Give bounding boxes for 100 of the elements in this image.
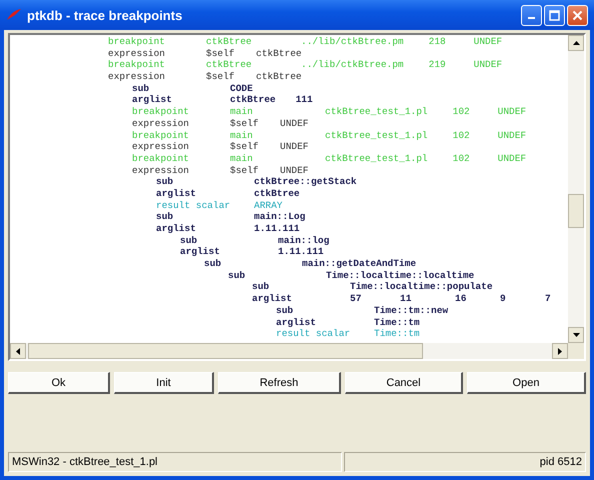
trace-text: 9 [500, 293, 507, 305]
trace-text: ../lib/ctkBtree.pm [301, 59, 404, 72]
trace-text: $self [206, 71, 236, 83]
scrollbar-corner [568, 343, 584, 359]
right-arrow-icon [558, 348, 562, 354]
trace-text: ctkBtree::getStack [254, 176, 357, 188]
left-arrow-icon [16, 348, 20, 354]
dialog-button[interactable]: Refresh [218, 372, 341, 394]
dialog-button[interactable]: Ok [8, 372, 110, 394]
minimize-icon [528, 17, 535, 19]
trace-text: main [230, 152, 254, 165]
trace-text: sub [252, 281, 270, 294]
trace-text: $self [230, 164, 260, 176]
trace-text: breakpoint [132, 106, 190, 118]
maximize-button[interactable] [544, 4, 565, 26]
trace-text: sub [228, 270, 246, 282]
status-text: MSWin32 - ctkBtree_test_1.pl [8, 452, 342, 472]
trace-text: breakpoint [108, 36, 166, 48]
trace-text: ctkBtree [256, 71, 302, 83]
trace-text: breakpoint [108, 59, 166, 72]
close-button[interactable] [567, 4, 588, 26]
trace-text: UNDEF [280, 141, 310, 153]
trace-text: breakpoint [132, 152, 190, 165]
trace-text: 102 [452, 130, 471, 142]
trace-text: main [230, 106, 254, 118]
trace-text: UNDEF [280, 164, 310, 176]
close-icon [572, 10, 583, 20]
trace-text: 219 [428, 59, 447, 72]
up-arrow-icon [572, 41, 580, 45]
trace-text: sub [156, 211, 174, 223]
trace-text: 16 [455, 293, 468, 305]
scrollbar-thumb[interactable] [28, 343, 423, 359]
down-arrow-icon [572, 333, 580, 337]
trace-text: 111 [296, 94, 314, 106]
trace-text: Time::localtime::populate [350, 281, 493, 294]
trace-text: ctkBtree_test_1.pl [325, 130, 428, 142]
scrollbar-thumb[interactable] [568, 194, 584, 228]
trace-text: UNDEF [474, 59, 502, 72]
maximize-icon [549, 10, 560, 20]
trace-text: sub [132, 82, 150, 94]
trace-text: $self [206, 48, 236, 60]
horizontal-scrollbar[interactable] [10, 343, 584, 359]
trace-text: 102 [452, 106, 471, 118]
trace-text: expression [108, 48, 166, 60]
trace-text: $self [230, 118, 260, 130]
trace-text: 11 [400, 293, 412, 305]
trace-text: ctkBtree [230, 94, 276, 106]
trace-text: arglist [180, 246, 221, 258]
trace-text: 1.11.111 [254, 223, 300, 235]
trace-text: Time::tm [374, 328, 420, 340]
trace-text: main::getDateAndTime [302, 258, 416, 270]
trace-text: ctkBtree [256, 48, 302, 60]
trace-text: ctkBtree_test_1.pl [325, 106, 428, 118]
trace-text: expression [132, 118, 190, 130]
minimize-button[interactable] [521, 4, 542, 26]
trace-text: main::Log [254, 211, 306, 223]
dialog-button[interactable]: Init [114, 372, 214, 394]
trace-text: $self [230, 141, 260, 153]
trace-text: sub [156, 176, 174, 188]
window-title: ptkdb - trace breakpoints [27, 8, 184, 22]
trace-text: 1.11.111 [278, 246, 324, 258]
trace-text: UNDEF [280, 118, 310, 130]
trace-text: ctkBtree [254, 188, 300, 200]
trace-text: 102 [452, 152, 471, 165]
trace-text: sub [204, 258, 222, 270]
trace-text: ctkBtree_test_1.pl [325, 152, 428, 165]
trace-text: UNDEF [498, 106, 526, 118]
trace-text: Time::tm::new [374, 304, 448, 316]
trace-text: expression [132, 141, 190, 153]
trace-text: arglist [132, 94, 173, 106]
trace-text: Time::tm [374, 316, 420, 328]
trace-text: 7 [545, 293, 551, 305]
trace-text: arglist [156, 223, 197, 235]
trace-text: arglist [156, 188, 197, 200]
trace-text: ../lib/ctkBtree.pm [301, 36, 404, 48]
trace-text: UNDEF [498, 130, 526, 142]
trace-text: UNDEF [498, 152, 526, 165]
trace-text: result scalar [156, 200, 232, 212]
trace-text: UNDEF [474, 36, 502, 48]
dialog-button[interactable]: Open [467, 372, 586, 394]
trace-text: main::log [278, 234, 330, 246]
trace-text: main [230, 130, 254, 142]
trace-text: expression [132, 164, 190, 176]
trace-text: 57 [350, 293, 362, 305]
trace-text: expression [108, 71, 166, 83]
trace-text: breakpoint [132, 130, 190, 142]
vertical-scrollbar[interactable] [568, 35, 584, 343]
feather-icon [6, 8, 22, 22]
dialog-button[interactable]: Cancel [345, 372, 463, 394]
trace-text: 218 [428, 36, 447, 48]
trace-text: ARRAY [254, 200, 284, 212]
trace-text: CODE [230, 82, 254, 94]
trace-text: ctkBtree [206, 36, 253, 48]
trace-text: result scalar [276, 328, 352, 340]
status-text: pid 6512 [344, 452, 586, 472]
trace-text: arglist [252, 293, 293, 305]
trace-text: arglist [276, 316, 317, 328]
trace-text: sub [180, 234, 198, 246]
trace-text: ctkBtree [206, 59, 253, 72]
trace-text: sub [276, 304, 294, 316]
